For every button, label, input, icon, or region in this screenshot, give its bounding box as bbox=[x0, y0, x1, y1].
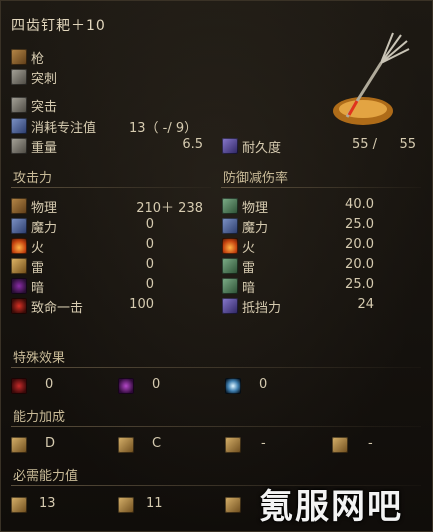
fire-icon bbox=[11, 238, 27, 254]
intelligence-icon bbox=[225, 437, 241, 453]
attack-label-critical: 致命一击 bbox=[31, 301, 84, 316]
defense-label-fire: 火 bbox=[242, 241, 256, 256]
dark-icon bbox=[11, 278, 27, 294]
attack-header: 攻击力 bbox=[13, 171, 53, 186]
requirement-value-dexterity: 11 bbox=[146, 496, 163, 511]
magic-icon bbox=[11, 218, 27, 234]
weight-icon bbox=[11, 138, 27, 154]
defense-value-magic: 25.0 bbox=[345, 217, 374, 232]
attack-label-dark: 暗 bbox=[31, 281, 45, 296]
attack-value-lightning: 0 bbox=[145, 257, 154, 272]
physical-icon bbox=[11, 198, 27, 214]
effects-divider bbox=[11, 367, 421, 368]
magic-defense-icon bbox=[222, 218, 238, 234]
attack-label-physical: 物理 bbox=[31, 201, 58, 216]
faith-icon bbox=[332, 437, 348, 453]
critical-icon bbox=[11, 298, 27, 314]
attack-label-fire: 火 bbox=[31, 241, 45, 256]
durability-max: 55 bbox=[399, 137, 416, 152]
requirements-header: 必需能力值 bbox=[13, 469, 79, 484]
weapon-type-icon bbox=[11, 49, 27, 65]
attack-value-dark: 0 bbox=[145, 277, 154, 292]
lightning-icon bbox=[11, 258, 27, 274]
defense-header: 防御减伤率 bbox=[223, 171, 289, 186]
strength-req-icon bbox=[11, 497, 27, 513]
frost-icon bbox=[225, 378, 241, 394]
attack-label-magic: 魔力 bbox=[31, 221, 58, 236]
attack-type-label: 突刺 bbox=[31, 72, 58, 87]
watermark: 氪服网吧 bbox=[259, 487, 403, 527]
attack-value-physical: 210＋ 238 bbox=[136, 201, 203, 216]
weight-value: 6.5 bbox=[182, 137, 203, 152]
scaling-value-strength: D bbox=[45, 436, 56, 451]
defense-value-dark: 25.0 bbox=[345, 277, 374, 292]
defense-label-stability: 抵挡力 bbox=[242, 301, 282, 316]
weapon-type-label: 枪 bbox=[31, 52, 45, 67]
skill-icon bbox=[11, 97, 27, 113]
defense-divider bbox=[221, 187, 421, 188]
fp-cost-value: 13（ -/ 9） bbox=[129, 121, 198, 136]
weight-label: 重量 bbox=[31, 141, 58, 156]
attack-type-icon bbox=[11, 69, 27, 85]
durability-label: 耐久度 bbox=[242, 141, 282, 156]
attack-value-magic: 0 bbox=[145, 217, 154, 232]
requirement-value-strength: 13 bbox=[39, 496, 56, 511]
intelligence-req-icon bbox=[225, 497, 241, 513]
attack-label-lightning: 雷 bbox=[31, 261, 45, 276]
stability-icon bbox=[222, 298, 238, 314]
fp-cost-icon bbox=[11, 118, 27, 134]
lightning-defense-icon bbox=[222, 258, 238, 274]
defense-label-lightning: 雷 bbox=[242, 261, 256, 276]
fp-cost-label: 消耗专注值 bbox=[31, 121, 97, 136]
scaling-value-faith: - bbox=[368, 436, 373, 451]
defense-value-physical: 40.0 bbox=[345, 197, 374, 212]
attack-divider bbox=[11, 187, 211, 188]
weapon-image bbox=[333, 32, 410, 125]
defense-value-lightning: 20.0 bbox=[345, 257, 374, 272]
dexterity-req-icon bbox=[118, 497, 134, 513]
defense-label-physical: 物理 bbox=[242, 201, 269, 216]
dexterity-icon bbox=[118, 437, 134, 453]
item-detail-panel: 四齿钉耙＋10 枪 突刺 突击 消耗专注值 13（ -/ 9） 重量 6.5 耐… bbox=[0, 0, 433, 532]
strength-icon bbox=[11, 437, 27, 453]
durability-icon bbox=[222, 138, 238, 154]
item-title: 四齿钉耙＋10 bbox=[11, 18, 106, 34]
scaling-header: 能力加成 bbox=[13, 410, 66, 425]
scaling-value-dexterity: C bbox=[152, 436, 162, 451]
poison-icon bbox=[118, 378, 134, 394]
fire-defense-icon bbox=[222, 238, 238, 254]
skill-label: 突击 bbox=[31, 100, 58, 115]
defense-value-fire: 20.0 bbox=[345, 237, 374, 252]
bleed-icon bbox=[11, 378, 27, 394]
scaling-divider bbox=[11, 426, 421, 427]
durability-current: 55 / bbox=[351, 137, 377, 152]
attack-value-critical: 100 bbox=[129, 297, 154, 312]
effect-value-poison: 0 bbox=[152, 377, 161, 392]
effect-value-bleed: 0 bbox=[45, 377, 54, 392]
defense-label-magic: 魔力 bbox=[242, 221, 269, 236]
defense-label-dark: 暗 bbox=[242, 281, 256, 296]
dark-defense-icon bbox=[222, 278, 238, 294]
effect-value-frost: 0 bbox=[259, 377, 268, 392]
attack-value-fire: 0 bbox=[145, 237, 154, 252]
scaling-value-intelligence: - bbox=[261, 436, 266, 451]
physical-defense-icon bbox=[222, 198, 238, 214]
effects-header: 特殊效果 bbox=[13, 351, 66, 366]
defense-value-stability: 24 bbox=[357, 297, 374, 312]
